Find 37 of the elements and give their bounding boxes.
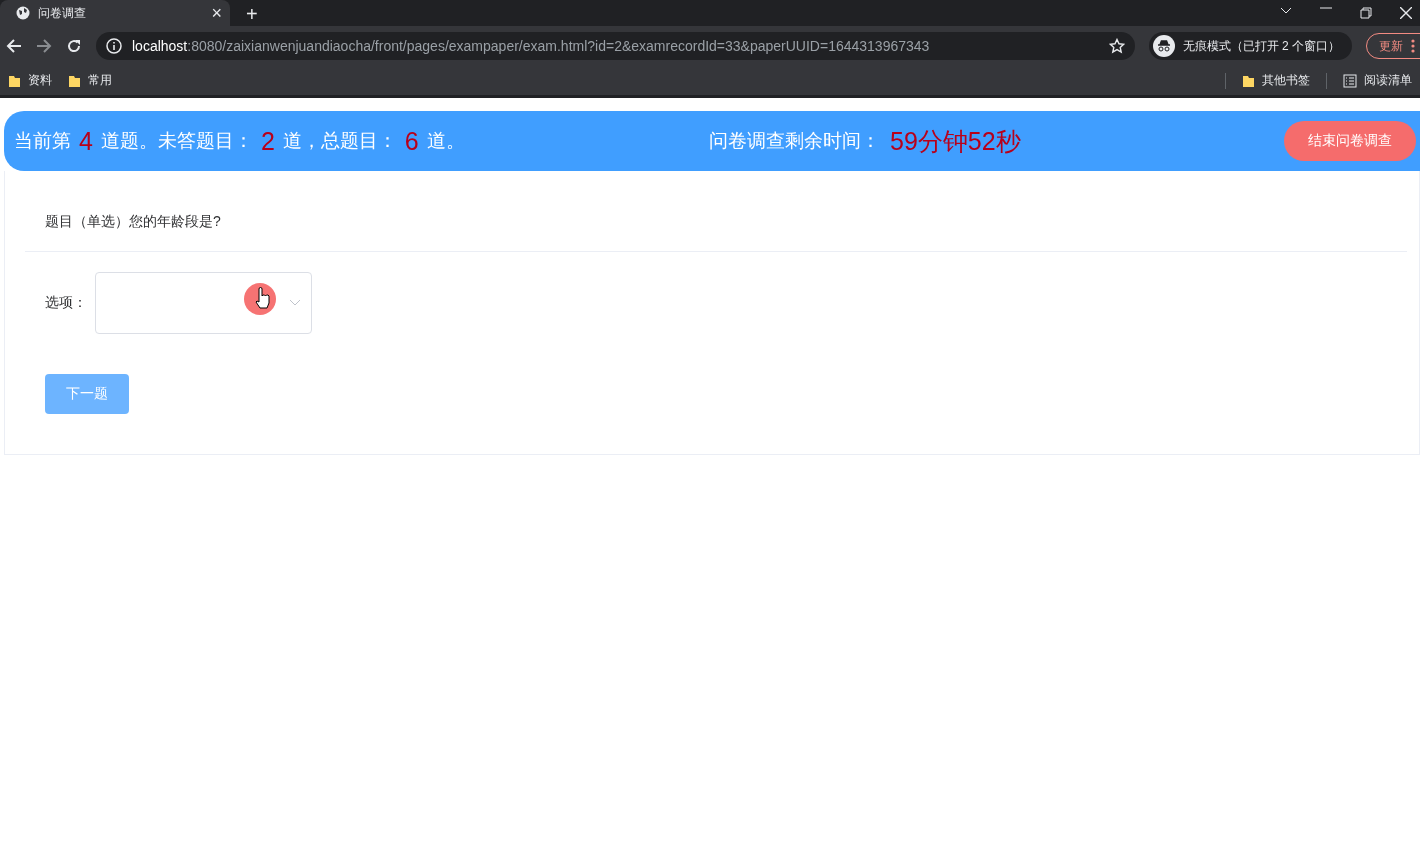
progress-text: 道，总题目：: [282, 129, 397, 153]
reload-icon[interactable]: [66, 38, 82, 54]
hand-cursor-icon: [254, 287, 272, 309]
folder-icon: [1242, 73, 1255, 88]
tab-title: 问卷调查: [38, 4, 87, 22]
close-icon[interactable]: [1400, 7, 1412, 19]
browser-tab[interactable]: 问卷调查 ×: [0, 0, 230, 26]
more-icon[interactable]: [1411, 39, 1415, 53]
folder-icon: [8, 73, 21, 88]
new-tab-button[interactable]: +: [246, 4, 258, 24]
bookmark-item[interactable]: 其他书签: [1242, 72, 1310, 89]
bookmark-item[interactable]: 常用: [68, 72, 112, 89]
option-select[interactable]: [95, 272, 312, 334]
timer-value: 59分钟52秒: [890, 125, 1021, 157]
list-icon: [1343, 73, 1357, 88]
progress-text: 当前第: [14, 129, 71, 153]
restore-icon[interactable]: [1360, 7, 1372, 19]
bookmark-item[interactable]: 资料: [8, 72, 52, 89]
progress-text: 道。: [426, 129, 465, 153]
incognito-icon: [1152, 35, 1175, 57]
count-number: 2: [260, 126, 275, 156]
incognito-label: 无痕模式（已打开 2 个窗口）: [1182, 37, 1340, 55]
forward-arrow-icon[interactable]: [36, 38, 52, 54]
close-icon[interactable]: ×: [211, 4, 222, 22]
option-label: 选项：: [45, 294, 87, 312]
info-icon[interactable]: [106, 38, 122, 54]
progress-text: 道题。未答题目：: [100, 129, 253, 153]
question-title: 题目（单选）您的年龄段是?: [45, 213, 221, 229]
timer-label: 问卷调查剩余时间：: [709, 129, 880, 153]
count-number: 6: [404, 126, 419, 156]
address-bar[interactable]: localhost:8080/zaixianwenjuandiaocha/front/pages/exampaper/exam.html?id=2&examrecordId=33&paperUUID=1644313967343: [96, 32, 1135, 60]
back-arrow-icon[interactable]: [6, 38, 22, 54]
count-number: 4: [79, 126, 93, 156]
star-icon[interactable]: [1108, 38, 1125, 54]
bookmark-item[interactable]: 阅读清单: [1343, 72, 1412, 89]
url-text: localhost:8080/zaixianwenjuandiaocha/front/pages/exampaper/exam.html?id=2&examrecordId=33&paperUUID=1644313967343: [132, 38, 931, 54]
folder-icon: [68, 73, 81, 88]
